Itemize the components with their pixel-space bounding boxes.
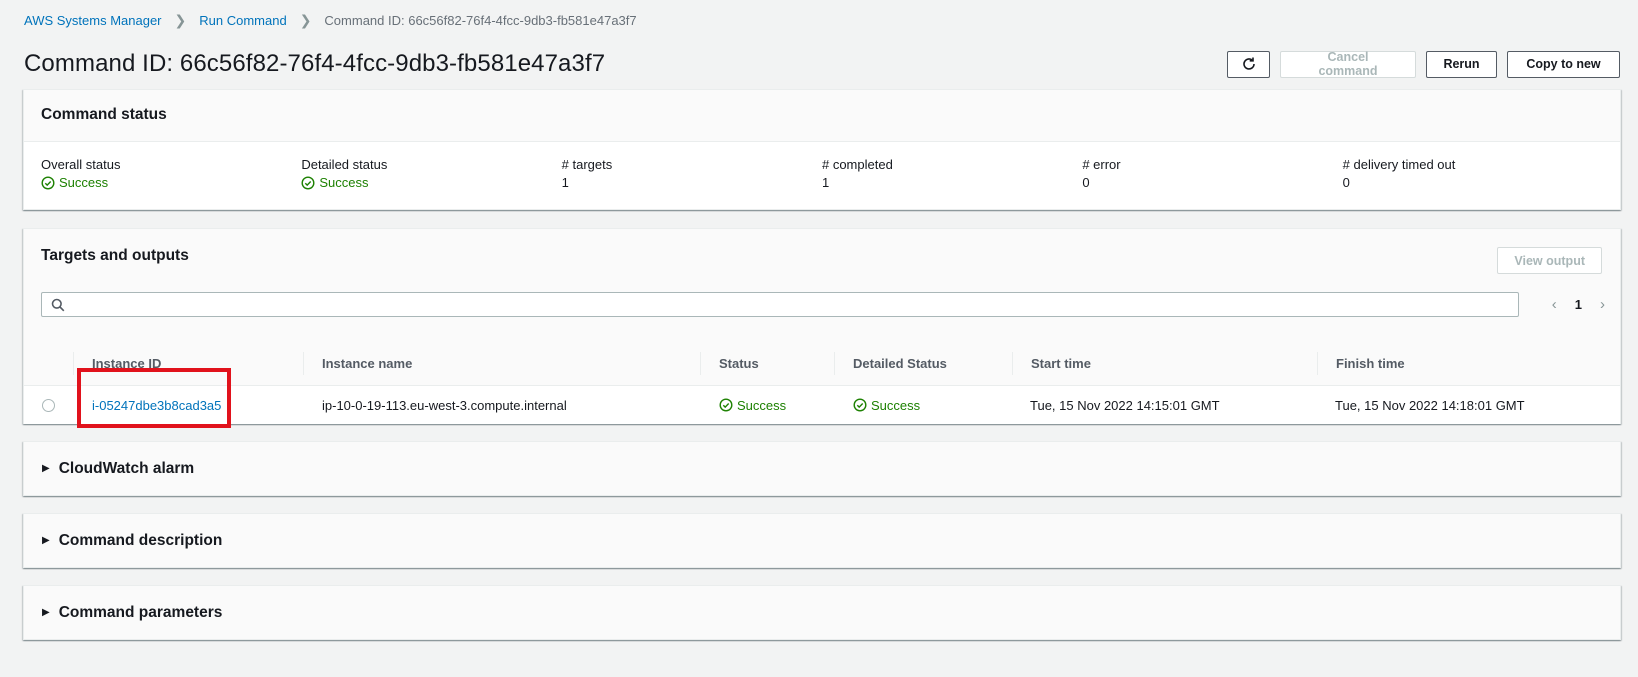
status-label: # delivery timed out xyxy=(1342,157,1456,172)
chevron-right-icon: ❯ xyxy=(299,12,312,28)
command-parameters-panel[interactable]: ▶ Command parameters xyxy=(23,585,1621,640)
chevron-left-icon[interactable]: ‹ xyxy=(1552,296,1557,313)
status-value: 1 xyxy=(821,175,830,190)
column-status[interactable]: Status xyxy=(719,342,759,385)
command-status-panel: Command status Overall status Success De… xyxy=(23,89,1621,210)
status-label: Detailed status xyxy=(301,157,388,172)
command-description-title: Command description xyxy=(58,531,223,549)
command-description-panel[interactable]: ▶ Command description xyxy=(23,513,1621,568)
breadcrumb-systems-manager[interactable]: AWS Systems Manager xyxy=(24,13,162,28)
status-value: 1 xyxy=(561,175,569,190)
copy-to-new-button[interactable]: Copy to new xyxy=(1507,50,1620,78)
page-number[interactable]: 1 xyxy=(1575,297,1582,312)
caret-right-icon: ▶ xyxy=(42,463,50,474)
caret-right-icon: ▶ xyxy=(42,607,50,618)
search-input[interactable] xyxy=(41,292,1519,317)
status-label: # targets xyxy=(561,157,613,172)
instance-id-link[interactable]: i-05247dbe3b8cad3a5 xyxy=(92,398,221,413)
table-row[interactable]: i-05247dbe3b8cad3a5 ip-10-0-19-113.eu-we… xyxy=(24,368,1620,428)
refresh-icon xyxy=(1242,57,1255,70)
row-select-radio[interactable] xyxy=(42,386,55,424)
command-description-toggle[interactable]: ▶ Command description xyxy=(24,514,1620,567)
breadcrumb-run-command[interactable]: Run Command xyxy=(199,13,286,28)
status-label: # completed xyxy=(821,157,893,172)
success-check-icon xyxy=(719,398,733,412)
pagination: ‹ 1 › xyxy=(1552,292,1605,317)
detailed-status: Detailed status Success xyxy=(301,157,561,193)
status-label: # error xyxy=(1082,157,1121,172)
finish-time: Tue, 15 Nov 2022 14:18:01 GMT xyxy=(1335,397,1525,413)
command-parameters-toggle[interactable]: ▶ Command parameters xyxy=(24,586,1620,639)
command-status-title: Command status xyxy=(41,106,167,123)
status-value: Success xyxy=(301,175,368,190)
cloudwatch-alarm-toggle[interactable]: ▶ CloudWatch alarm xyxy=(24,442,1620,495)
page-header: Command ID: 66c56f82-76f4-4fcc-9db3-fb58… xyxy=(24,46,1620,82)
search-icon xyxy=(51,298,65,311)
column-instance-id[interactable]: Instance ID xyxy=(92,342,161,385)
chevron-right-icon: ❯ xyxy=(174,12,187,28)
status-text: Success xyxy=(59,175,109,190)
status-grid: Overall status Success Detailed status S… xyxy=(24,142,1620,193)
breadcrumb-current: Command ID: 66c56f82-76f4-4fcc-9db3-fb58… xyxy=(324,13,637,28)
chevron-right-icon[interactable]: › xyxy=(1600,296,1605,313)
header-actions: Cancel command Rerun Copy to new xyxy=(1227,50,1620,78)
success-check-icon xyxy=(853,398,867,412)
page-title: Command ID: 66c56f82-76f4-4fcc-9db3-fb58… xyxy=(24,50,606,77)
status-value: 0 xyxy=(1342,175,1350,190)
targets-outputs-panel: Targets and outputs View output ‹ 1 › In… xyxy=(23,228,1621,428)
cloudwatch-alarm-panel[interactable]: ▶ CloudWatch alarm xyxy=(23,441,1621,496)
column-start-time[interactable]: Start time xyxy=(1031,342,1091,385)
status-text: Success xyxy=(319,175,369,190)
status-text: Success xyxy=(871,397,921,413)
rerun-button[interactable]: Rerun xyxy=(1426,50,1497,78)
column-instance-name[interactable]: Instance name xyxy=(322,342,412,385)
targets-count: # targets 1 xyxy=(562,157,822,193)
table-header: Instance ID Instance name Status Detaile… xyxy=(24,342,1620,386)
overall-status: Overall status Success xyxy=(41,157,301,193)
status-value: Success xyxy=(41,175,108,190)
instance-name: ip-10-0-19-113.eu-west-3.compute.interna… xyxy=(322,397,567,413)
completed-count: # completed 1 xyxy=(822,157,1082,193)
success-check-icon xyxy=(301,175,315,190)
column-finish-time[interactable]: Finish time xyxy=(1336,342,1405,385)
command-parameters-title: Command parameters xyxy=(58,603,223,621)
targets-title: Targets and outputs xyxy=(41,247,189,264)
status-label: Overall status xyxy=(41,157,121,172)
delivery-timed-out-count: # delivery timed out 0 xyxy=(1343,157,1603,193)
view-output-button[interactable]: View output xyxy=(1497,247,1602,274)
command-status-header: Command status xyxy=(24,90,1620,142)
caret-right-icon: ▶ xyxy=(42,535,50,546)
status-value: 0 xyxy=(1082,175,1090,190)
success-check-icon xyxy=(41,175,55,190)
cancel-command-button[interactable]: Cancel command xyxy=(1280,50,1416,78)
column-detailed-status[interactable]: Detailed Status xyxy=(853,342,947,385)
start-time: Tue, 15 Nov 2022 14:15:01 GMT xyxy=(1030,397,1220,413)
cloudwatch-alarm-title: CloudWatch alarm xyxy=(58,459,195,477)
breadcrumb: AWS Systems Manager ❯ Run Command ❯ Comm… xyxy=(24,12,637,29)
row-status: Success xyxy=(719,386,786,424)
error-count: # error 0 xyxy=(1082,157,1342,193)
targets-header: Targets and outputs View output ‹ 1 › xyxy=(24,229,1620,342)
row-detailed-status: Success xyxy=(853,386,920,424)
status-text: Success xyxy=(737,397,787,413)
refresh-button[interactable] xyxy=(1227,50,1270,78)
